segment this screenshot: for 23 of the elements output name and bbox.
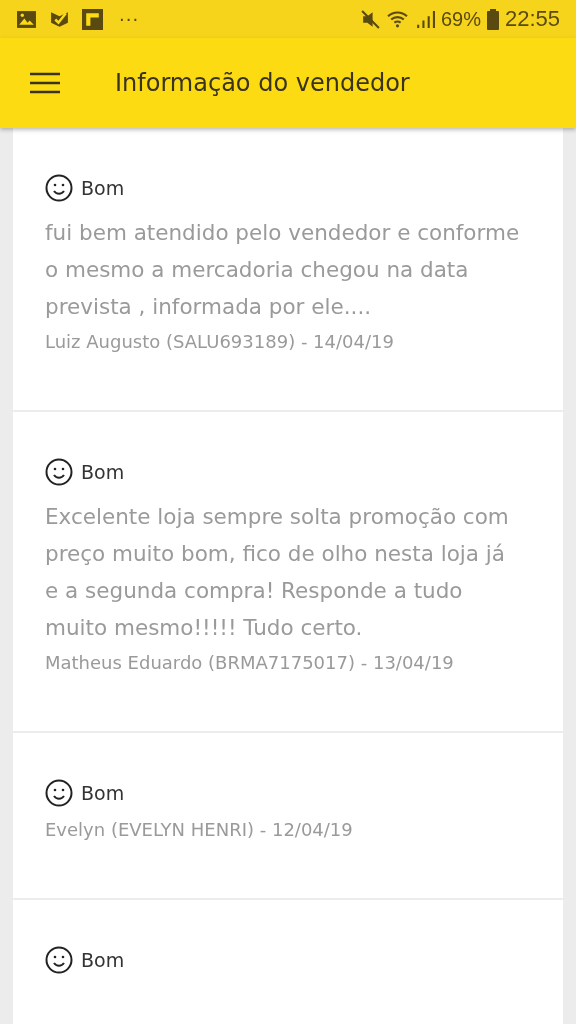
rating-label: Bom xyxy=(81,461,125,483)
reviewer-and-date: Evelyn (EVELYN HENRI) - 12/04/19 xyxy=(45,819,354,840)
wifi-icon xyxy=(386,8,408,30)
smiley-icon xyxy=(45,174,73,202)
battery-icon xyxy=(486,8,499,30)
square-icon xyxy=(82,8,103,30)
smiley-icon xyxy=(45,458,73,486)
smiley-icon xyxy=(45,779,73,807)
smiley-icon xyxy=(45,946,73,974)
rating-label: Bom xyxy=(81,782,125,804)
reviewer-and-date: Matheus Eduardo (BRMA7175017) - 13/04/19 xyxy=(45,652,455,673)
image-icon xyxy=(16,8,37,30)
rating-label: Bom xyxy=(81,177,125,199)
screen-title: Informação do vendedor xyxy=(115,69,410,97)
battery-percentage: 69% xyxy=(440,7,481,31)
menu-icon[interactable] xyxy=(30,72,60,94)
review-text: fui bem atendido pelo vendedor e conforme o mesmo a mercadoria chegou na data prevista , informada por ele.... xyxy=(45,219,521,321)
rating-label: Bom xyxy=(81,949,125,971)
mute-icon xyxy=(359,8,381,30)
reviewer-and-date: Luiz Augusto (SALU693189) - 14/04/19 xyxy=(45,331,395,352)
review-text: Excelente loja sempre solta promoção com preço muito bom, fico de olho nesta loja já e a segunda compra! Responde a tudo muito mesmo!!!!! Tudo certo. xyxy=(45,503,510,642)
more-notifications: ··· xyxy=(119,8,140,30)
clock: 22:55 xyxy=(504,6,560,32)
